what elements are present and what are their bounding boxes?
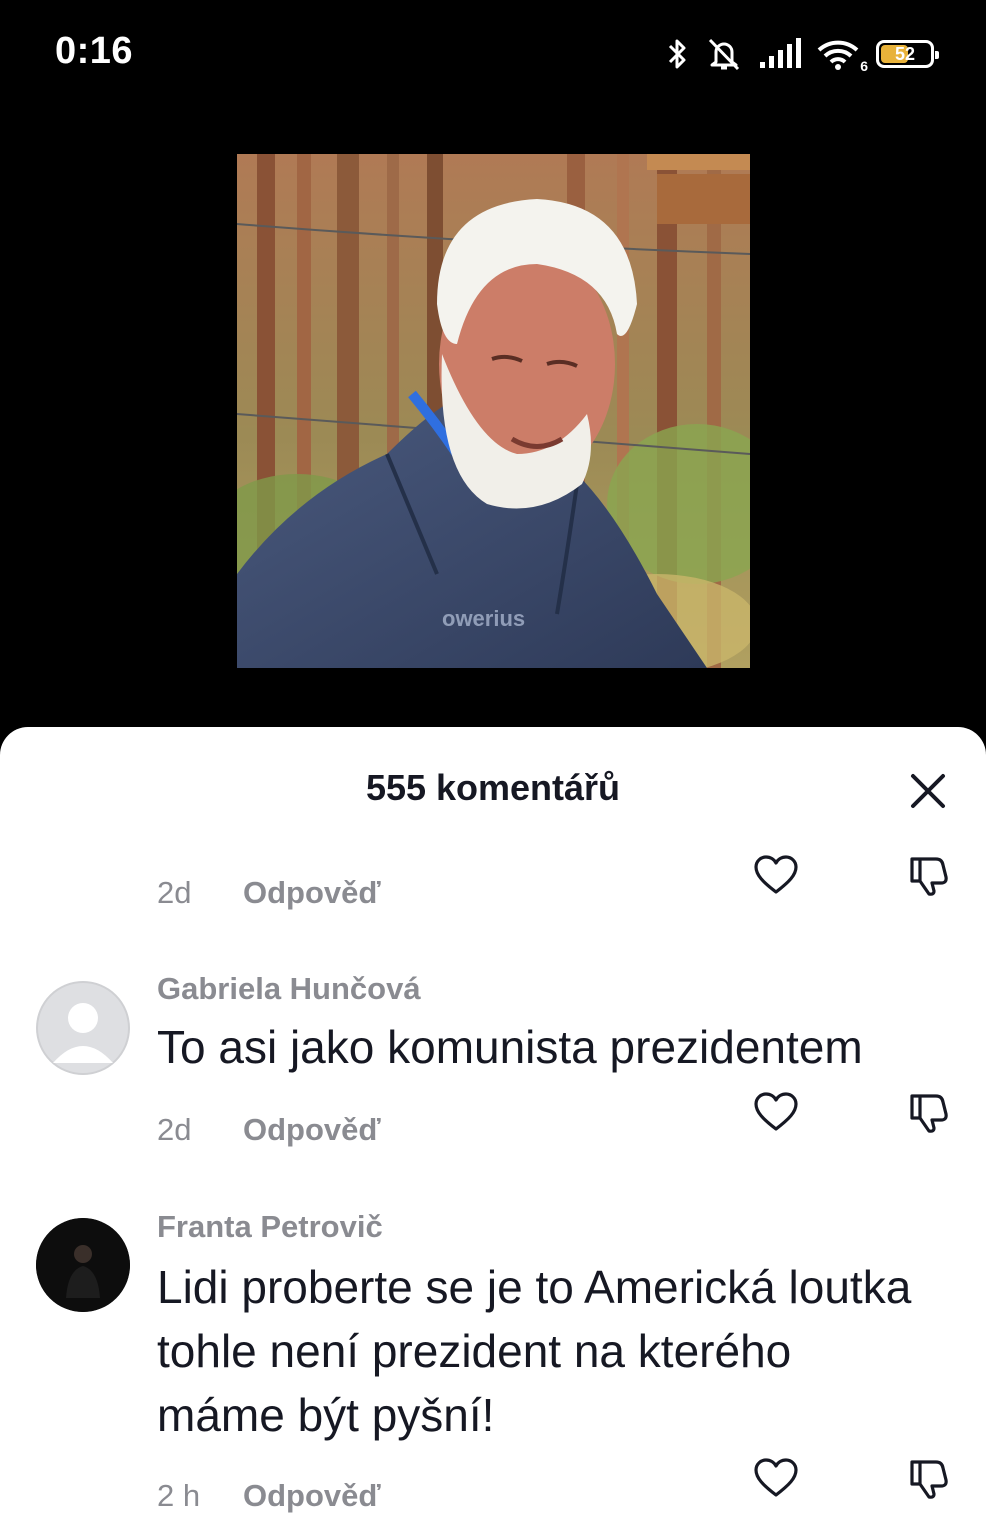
comment-meta: 2d Odpověď [157,1110,381,1150]
like-button[interactable] [752,1090,800,1134]
comment-username[interactable]: Gabriela Hunčová [157,971,421,1007]
reply-button[interactable]: Odpověď [243,1112,381,1148]
status-bar: 0:16 6 52 [0,0,986,110]
comment-time: 2 h [157,1478,201,1513]
heart-icon [754,1092,798,1131]
close-button[interactable] [902,765,954,817]
comment-text: Lidi proberte se je to Americká loutka t… [157,1261,912,1441]
thumbs-down-icon [910,1460,948,1499]
comment-text: To asi jako komunista prezidentem [157,1021,863,1073]
comment-meta: 2 h Odpověď [157,1476,381,1516]
avatar[interactable] [36,981,130,1075]
video-thumbnail[interactable]: owerius [237,154,750,668]
status-icons: 6 52 [666,34,939,74]
wifi-icon: 6 [816,36,868,74]
close-icon [911,774,945,808]
like-button[interactable] [752,853,800,897]
comments-sheet: 555 komentářů 2d Odpověď Gabriela Hunčov… [0,727,986,1536]
comment-username[interactable]: Franta Petrovič [157,1209,383,1245]
battery-level: 52 [894,43,916,64]
avatar[interactable] [36,1218,130,1312]
dislike-button[interactable] [904,1456,952,1500]
status-time: 0:16 [55,30,134,72]
comment-time: 2d [157,875,192,910]
signal-icon [758,36,802,72]
person-photo: owerius [237,154,750,668]
heart-icon [754,855,798,894]
thumbs-down-icon [910,857,948,896]
video-watermark: owerius [442,606,525,631]
heart-icon [754,1458,798,1497]
wifi-badge: 6 [860,58,868,74]
comment-time: 2d [157,1112,192,1147]
dark-avatar-icon [36,1218,130,1312]
like-button[interactable] [752,1456,800,1500]
reply-button[interactable]: Odpověď [243,875,381,911]
reply-button[interactable]: Odpověď [243,1478,381,1514]
mute-icon [704,36,744,72]
default-avatar-icon [36,981,130,1075]
partial-comment-meta: 2d Odpověď [157,873,381,913]
comments-title: 555 komentářů [365,767,621,808]
bluetooth-icon [666,36,690,72]
thumbs-down-icon [910,1094,948,1133]
dislike-button[interactable] [904,1090,952,1134]
dislike-button[interactable] [904,853,952,897]
battery-icon: 52 [876,40,939,68]
